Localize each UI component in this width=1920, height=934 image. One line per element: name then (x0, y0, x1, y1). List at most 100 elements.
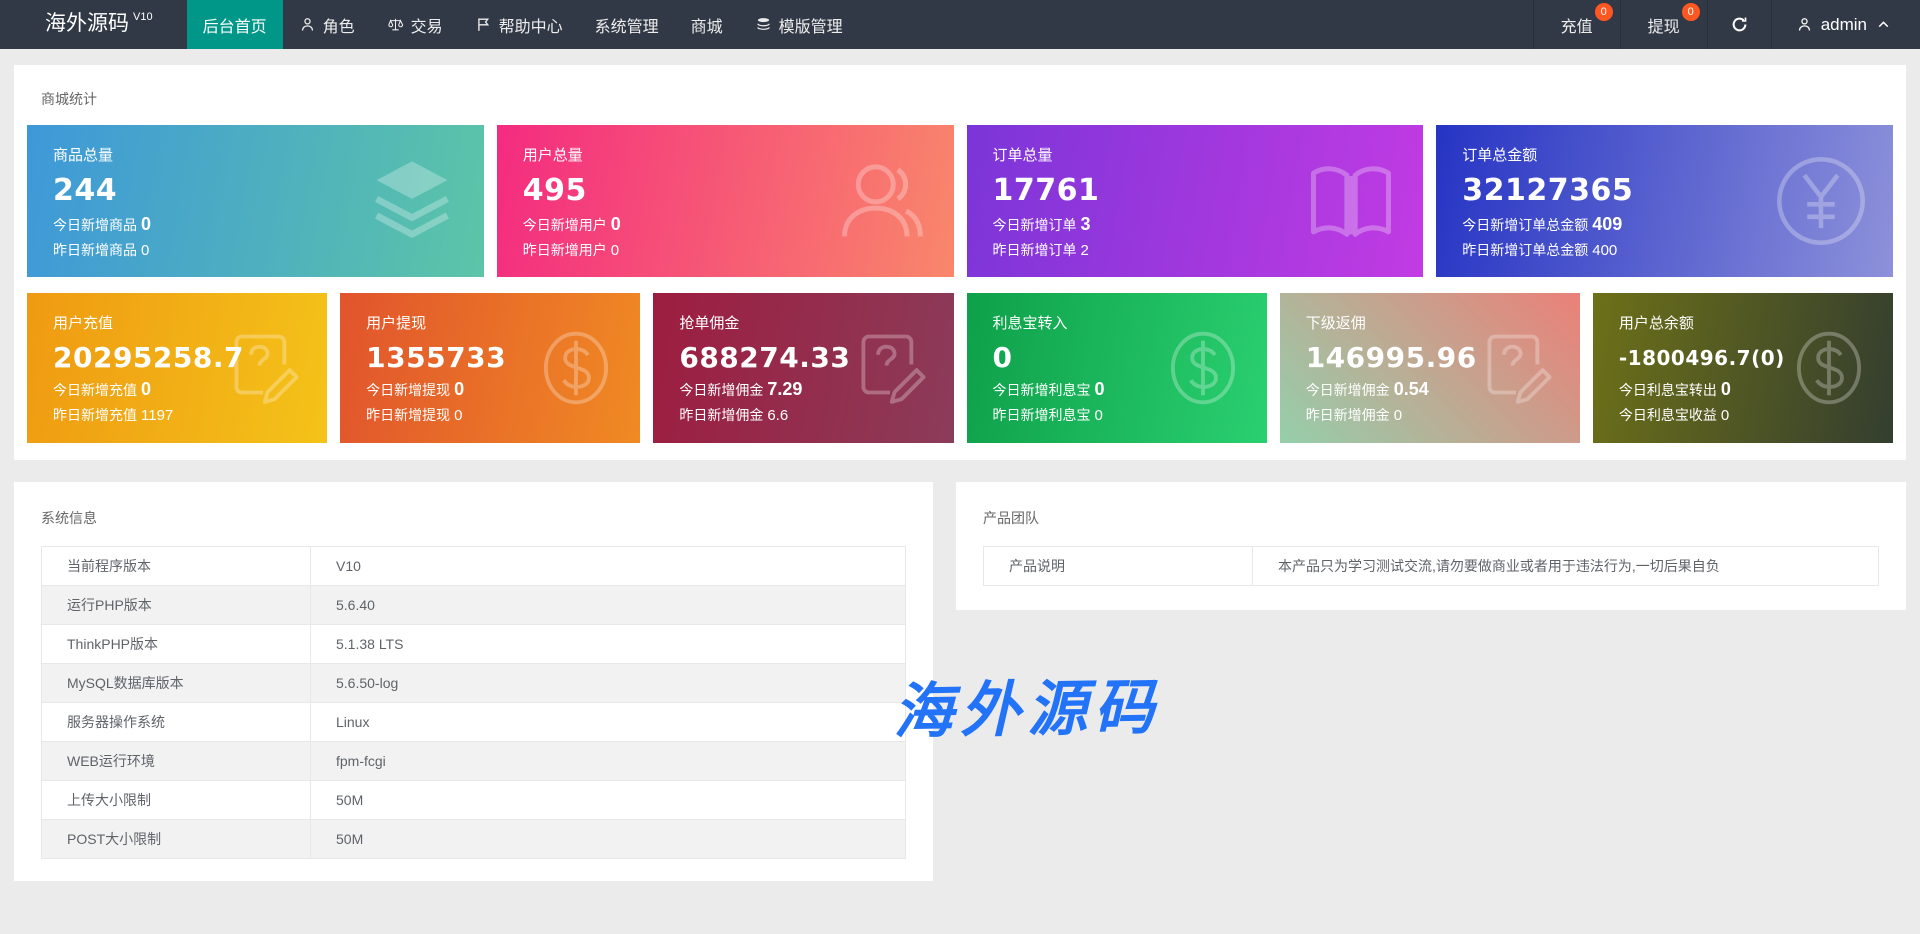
layers-icon-box (362, 151, 462, 251)
stat-card-goods-total: 商品总量 244 今日新增商品0 昨日新增商品0 (27, 125, 484, 277)
row-value: 5.6.50-log (311, 664, 906, 703)
nav-item-label: 系统管理 (595, 13, 659, 37)
users-icon (832, 151, 932, 251)
form-edit-icon (1474, 326, 1558, 410)
recharge-label: 充值 (1561, 13, 1593, 37)
system-info-table: 当前程序版本 V10 运行PHP版本 5.6.40 ThinkPHP版本 5.1… (41, 546, 906, 859)
product-team-table: 产品说明 本产品只为学习测试交流,请勿要做商业或者用于违法行为,一切后果自负 (983, 546, 1879, 586)
yesterday-value: 6.6 (767, 407, 788, 424)
row-label: POST大小限制 (42, 820, 311, 859)
today-label: 今日新增佣金 (1306, 382, 1390, 398)
row-label: 运行PHP版本 (42, 586, 311, 625)
stat-cards-row-1: 商品总量 244 今日新增商品0 昨日新增商品0 用户总量 495 今日新增用户… (27, 125, 1893, 277)
recharge-badge: 0 (1595, 3, 1613, 21)
today-value: 0 (1095, 379, 1105, 399)
dollar-circle-icon (1787, 326, 1871, 410)
yesterday-label: 昨日新增充值 (53, 407, 137, 423)
stat-card-users-total: 用户总量 495 今日新增用户0 昨日新增用户0 (497, 125, 954, 277)
stat-card-sub-rebate: 下级返佣 146995.96 今日新增佣金0.54 昨日新增佣金0 (1280, 293, 1580, 443)
dollar-circle-icon-box (534, 326, 618, 410)
yesterday-value: 400 (1592, 242, 1617, 259)
scales-icon (387, 16, 404, 33)
yesterday-value: 0 (141, 242, 149, 259)
navbar-right: 充值 0 提现 0 admin (1533, 0, 1920, 49)
withdraw-button[interactable]: 提现 0 (1620, 0, 1707, 49)
form-edit-icon-box (848, 326, 932, 410)
row-value: 5.6.40 (311, 586, 906, 625)
username: admin (1821, 15, 1867, 35)
table-row: 当前程序版本 V10 (42, 547, 906, 586)
nav-item-商城[interactable]: 商城 (675, 0, 739, 49)
yesterday-label: 今日利息宝收益 (1619, 407, 1717, 423)
nav-item-后台首页[interactable]: 后台首页 (187, 0, 283, 49)
yen-circle-icon-box (1771, 151, 1871, 251)
table-row: MySQL数据库版本 5.6.50-log (42, 664, 906, 703)
withdraw-label: 提现 (1648, 13, 1680, 37)
today-value: 0 (141, 214, 151, 234)
yesterday-value: 0 (1721, 407, 1729, 424)
brand-name: 海外源码 (45, 10, 129, 38)
today-value: 0 (611, 214, 621, 234)
yesterday-value: 2 (1081, 242, 1089, 259)
yesterday-label: 昨日新增佣金 (679, 407, 763, 423)
row-value: Linux (311, 703, 906, 742)
refresh-button[interactable] (1707, 0, 1771, 49)
yesterday-label: 昨日新增商品 (53, 242, 137, 258)
layers-stack-icon (755, 16, 772, 33)
today-value: 0 (1721, 379, 1731, 399)
nav-item-label: 帮助中心 (499, 13, 563, 37)
flag-icon (475, 16, 492, 33)
yesterday-label: 昨日新增利息宝 (993, 407, 1091, 423)
brand-logo[interactable]: 海外源码 V10 (0, 0, 187, 49)
user-menu[interactable]: admin (1771, 0, 1920, 49)
row-value: V10 (311, 547, 906, 586)
withdraw-badge: 0 (1682, 3, 1700, 21)
stat-card-orders-total: 订单总量 17761 今日新增订单3 昨日新增订单2 (967, 125, 1424, 277)
nav-item-帮助中心[interactable]: 帮助中心 (459, 0, 579, 49)
nav-item-角色[interactable]: 角色 (283, 0, 371, 49)
stat-card-user-balance-total: 用户总余额 -1800496.7(0) 今日利息宝转出0 今日利息宝收益0 (1593, 293, 1893, 443)
table-row: ThinkPHP版本 5.1.38 LTS (42, 625, 906, 664)
dollar-circle-icon (1161, 326, 1245, 410)
nav-item-交易[interactable]: 交易 (371, 0, 459, 49)
row-label: MySQL数据库版本 (42, 664, 311, 703)
nav-item-系统管理[interactable]: 系统管理 (579, 0, 675, 49)
chevron-up-icon (1875, 16, 1892, 33)
table-row: WEB运行环境 fpm-fcgi (42, 742, 906, 781)
today-label: 今日利息宝转出 (1619, 382, 1717, 398)
stat-card-user-withdraw: 用户提现 1355733 今日新增提现0 昨日新增提现0 (340, 293, 640, 443)
layers-icon (362, 151, 462, 251)
dollar-circle-icon (534, 326, 618, 410)
book-icon-box (1301, 151, 1401, 251)
row-value: 50M (311, 781, 906, 820)
nav-item-label: 角色 (323, 13, 355, 37)
product-team-title: 产品团队 (983, 508, 1879, 528)
table-row: 运行PHP版本 5.6.40 (42, 586, 906, 625)
form-edit-icon (221, 326, 305, 410)
nav-item-label: 后台首页 (203, 13, 267, 37)
yesterday-label: 昨日新增订单 (993, 242, 1077, 258)
row-label: 服务器操作系统 (42, 703, 311, 742)
product-team-panel: 产品团队 产品说明 本产品只为学习测试交流,请勿要做商业或者用于违法行为,一切后… (956, 482, 1906, 610)
yesterday-value: 1197 (141, 407, 173, 424)
today-label: 今日新增用户 (523, 217, 607, 233)
today-label: 今日新增充值 (53, 382, 137, 398)
today-label: 今日新增订单总金额 (1462, 217, 1588, 233)
table-row: POST大小限制 50M (42, 820, 906, 859)
row-label: 当前程序版本 (42, 547, 311, 586)
table-row: 服务器操作系统 Linux (42, 703, 906, 742)
today-value: 7.29 (767, 379, 802, 399)
nav-item-模版管理[interactable]: 模版管理 (739, 0, 859, 49)
users-icon-box (832, 151, 932, 251)
recharge-button[interactable]: 充值 0 (1533, 0, 1620, 49)
today-label: 今日新增利息宝 (993, 382, 1091, 398)
yesterday-label: 昨日新增用户 (523, 242, 607, 258)
main-menu: 后台首页 角色 交易 帮助中心 系统管理商城 模版管理 (187, 0, 859, 49)
person-icon (299, 16, 316, 33)
today-value: 0.54 (1394, 379, 1429, 399)
stat-card-interest-transfer-in: 利息宝转入 0 今日新增利息宝0 昨日新增利息宝0 (967, 293, 1267, 443)
stat-card-order-amount-total: 订单总金额 32127365 今日新增订单总金额409 昨日新增订单总金额400 (1436, 125, 1893, 277)
yesterday-value: 0 (611, 242, 619, 259)
person-icon (1796, 16, 1813, 33)
nav-item-label: 模版管理 (779, 13, 843, 37)
